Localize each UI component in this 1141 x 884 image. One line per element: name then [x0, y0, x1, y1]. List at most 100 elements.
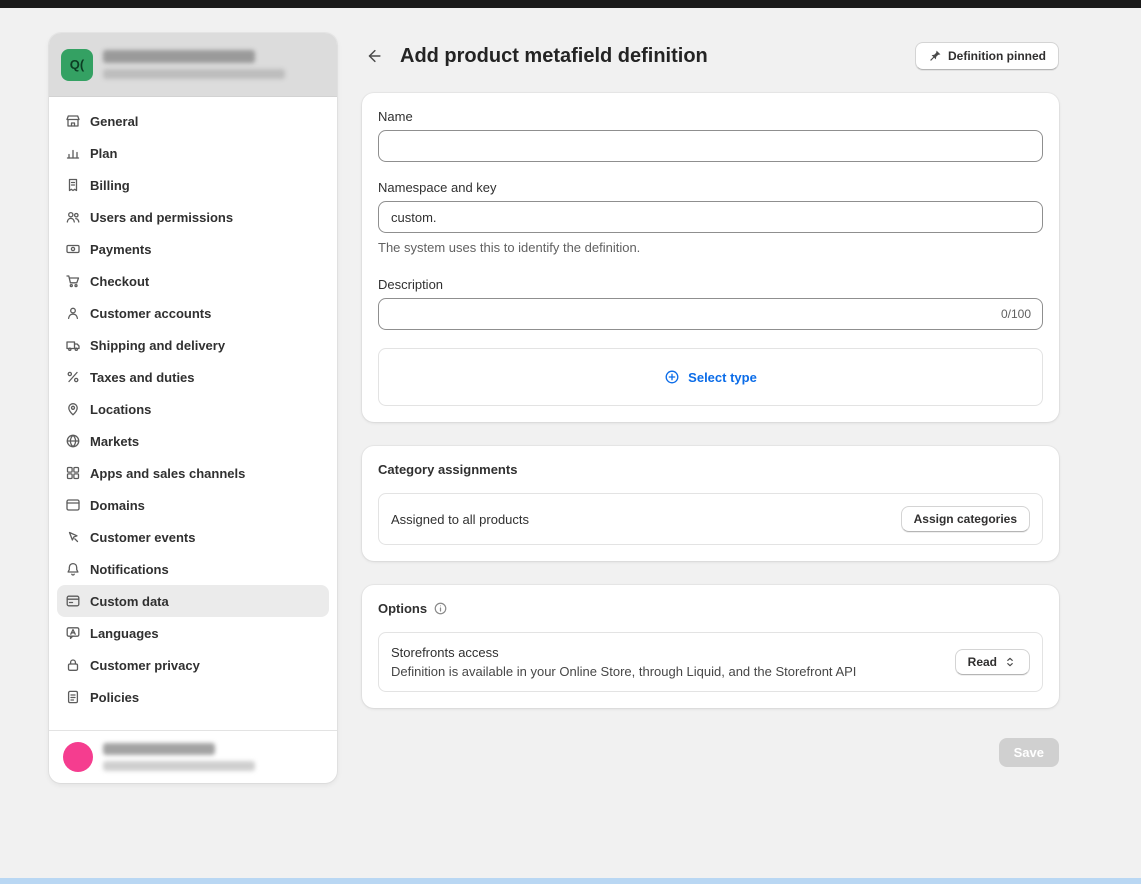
- sidebar-item-languages[interactable]: Languages: [57, 617, 329, 649]
- category-status-text: Assigned to all products: [391, 512, 529, 527]
- storefronts-access-title: Storefronts access: [391, 645, 856, 660]
- sidebar-item-label: Plan: [90, 146, 117, 161]
- definition-pinned-button[interactable]: Definition pinned: [915, 42, 1059, 70]
- billing-icon: [65, 177, 81, 193]
- sidebar-item-label: Users and permissions: [90, 210, 233, 225]
- customer-events-icon: [65, 529, 81, 545]
- assign-categories-button[interactable]: Assign categories: [901, 506, 1030, 532]
- sidebar-item-general[interactable]: General: [57, 105, 329, 137]
- sidebar-item-customer-accounts[interactable]: Customer accounts: [57, 297, 329, 329]
- sidebar-item-label: Customer privacy: [90, 658, 200, 673]
- sidebar-item-label: General: [90, 114, 138, 129]
- plan-icon: [65, 145, 81, 161]
- storefront-access-value: Read: [968, 655, 997, 669]
- sidebar-item-taxes-and-duties[interactable]: Taxes and duties: [57, 361, 329, 393]
- sidebar-item-checkout[interactable]: Checkout: [57, 265, 329, 297]
- store-name-redacted: [103, 50, 255, 63]
- store-header[interactable]: Q(: [49, 33, 337, 97]
- category-assignments-card: Category assignments Assigned to all pro…: [362, 446, 1059, 561]
- description-label: Description: [378, 277, 1043, 292]
- main-content: Add product metafield definition Definit…: [362, 33, 1059, 767]
- shipping-icon: [65, 337, 81, 353]
- sidebar-item-label: Languages: [90, 626, 159, 641]
- user-email-redacted: [103, 761, 255, 771]
- bottom-blue-bar: [0, 878, 1141, 884]
- store-icon: [65, 113, 81, 129]
- sidebar-item-label: Payments: [90, 242, 151, 257]
- sidebar-item-apps-and-sales-channels[interactable]: Apps and sales channels: [57, 457, 329, 489]
- category-assignments-heading: Category assignments: [378, 462, 517, 477]
- pin-icon: [928, 49, 942, 63]
- taxes-icon: [65, 369, 81, 385]
- storefronts-access-row: Storefronts access Definition is availab…: [378, 632, 1043, 692]
- sidebar-item-label: Locations: [90, 402, 151, 417]
- user-name-redacted: [103, 743, 215, 755]
- settings-nav: General Plan Billing Users and permissions P…: [49, 97, 337, 730]
- sidebar-item-label: Taxes and duties: [90, 370, 195, 385]
- plus-circle-icon: [664, 369, 680, 385]
- sidebar-item-label: Apps and sales channels: [90, 466, 245, 481]
- payments-icon: [65, 241, 81, 257]
- back-button[interactable]: [362, 44, 386, 68]
- sidebar-item-label: Customer events: [90, 530, 195, 545]
- chevron-updown-icon: [1003, 655, 1017, 669]
- markets-icon: [65, 433, 81, 449]
- sidebar-item-label: Policies: [90, 690, 139, 705]
- sidebar-item-locations[interactable]: Locations: [57, 393, 329, 425]
- sidebar-item-customer-privacy[interactable]: Customer privacy: [57, 649, 329, 681]
- sidebar-item-label: Billing: [90, 178, 130, 193]
- privacy-icon: [65, 657, 81, 673]
- options-heading: Options: [378, 601, 427, 616]
- sidebar-item-label: Customer accounts: [90, 306, 211, 321]
- select-type-button[interactable]: Select type: [378, 348, 1043, 406]
- sidebar-item-shipping-and-delivery[interactable]: Shipping and delivery: [57, 329, 329, 361]
- save-row: Save: [362, 738, 1059, 767]
- category-assignment-row: Assigned to all products Assign categori…: [378, 493, 1043, 545]
- top-black-bar: [0, 0, 1141, 8]
- assign-categories-label: Assign categories: [914, 512, 1017, 526]
- apps-icon: [65, 465, 81, 481]
- storefront-access-select[interactable]: Read: [955, 649, 1030, 675]
- sidebar-item-billing[interactable]: Billing: [57, 169, 329, 201]
- options-card: Options Storefronts access Definition is…: [362, 585, 1059, 708]
- save-button[interactable]: Save: [999, 738, 1059, 767]
- select-type-label: Select type: [688, 370, 757, 385]
- sidebar-item-label: Custom data: [90, 594, 169, 609]
- sidebar-item-plan[interactable]: Plan: [57, 137, 329, 169]
- sidebar-item-markets[interactable]: Markets: [57, 425, 329, 457]
- description-input[interactable]: [378, 298, 1043, 330]
- custom-data-icon: [65, 593, 81, 609]
- namespace-help-text: The system uses this to identify the def…: [378, 240, 1043, 255]
- info-icon[interactable]: [433, 601, 448, 616]
- sidebar-item-label: Shipping and delivery: [90, 338, 225, 353]
- page-header: Add product metafield definition Definit…: [362, 33, 1059, 79]
- sidebar-item-label: Notifications: [90, 562, 169, 577]
- namespace-key-input[interactable]: [378, 201, 1043, 233]
- user-avatar: [63, 742, 93, 772]
- definition-form-card: Name Namespace and key The system uses t…: [362, 93, 1059, 422]
- storefronts-access-description: Definition is available in your Online S…: [391, 664, 856, 679]
- page-title: Add product metafield definition: [400, 45, 708, 68]
- sidebar-item-payments[interactable]: Payments: [57, 233, 329, 265]
- sidebar-item-label: Markets: [90, 434, 139, 449]
- sidebar-item-label: Checkout: [90, 274, 149, 289]
- languages-icon: [65, 625, 81, 641]
- users-icon: [65, 209, 81, 225]
- notifications-icon: [65, 561, 81, 577]
- sidebar-item-policies[interactable]: Policies: [57, 681, 329, 713]
- name-input[interactable]: [378, 130, 1043, 162]
- sidebar-item-domains[interactable]: Domains: [57, 489, 329, 521]
- sidebar-item-notifications[interactable]: Notifications: [57, 553, 329, 585]
- sidebar-item-users-and-permissions[interactable]: Users and permissions: [57, 201, 329, 233]
- store-domain-redacted: [103, 69, 285, 79]
- policies-icon: [65, 689, 81, 705]
- settings-sidebar: Q( General Plan Billing Users and permissio…: [49, 33, 337, 783]
- sidebar-item-custom-data[interactable]: Custom data: [57, 585, 329, 617]
- definition-pinned-label: Definition pinned: [948, 49, 1046, 63]
- user-account-row[interactable]: [49, 730, 337, 783]
- name-label: Name: [378, 109, 1043, 124]
- sidebar-item-customer-events[interactable]: Customer events: [57, 521, 329, 553]
- customer-accounts-icon: [65, 305, 81, 321]
- store-avatar: Q(: [61, 49, 93, 81]
- locations-icon: [65, 401, 81, 417]
